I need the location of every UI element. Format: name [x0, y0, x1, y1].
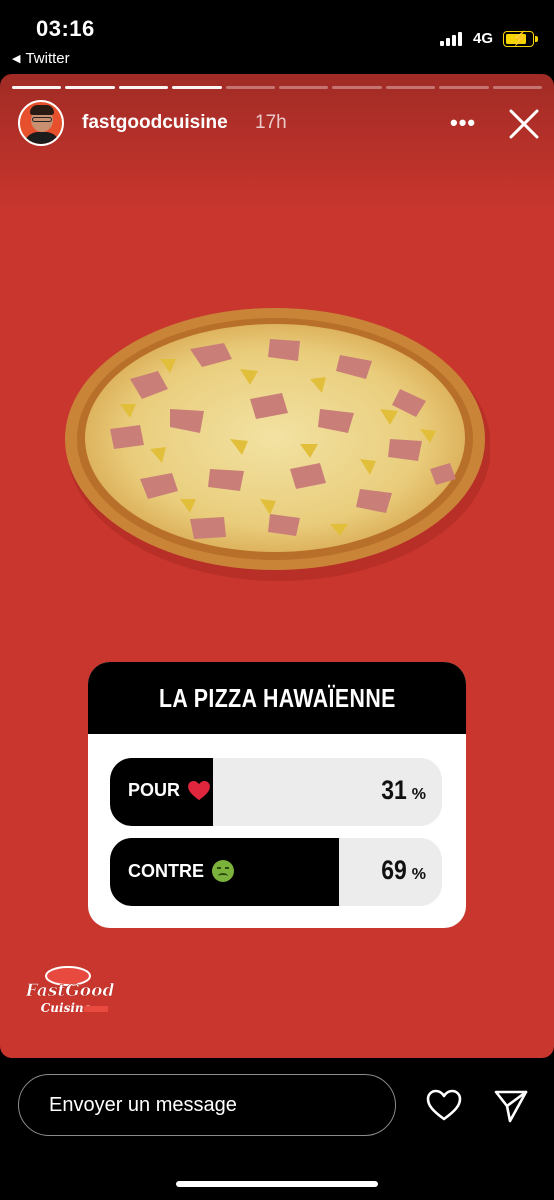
message-input[interactable]: [18, 1074, 396, 1136]
poll-header: LA PIZZA HAWAÏENNE: [88, 662, 466, 734]
network-type: 4G: [473, 30, 494, 47]
poll-percent: 69: [380, 855, 407, 885]
poll-option-label: POUR: [128, 780, 181, 800]
progress-segment: [65, 86, 115, 89]
poll-sticker: LA PIZZA HAWAÏENNE POUR 31 % CONTRE 69 %: [88, 662, 466, 928]
pizza-image: [65, 308, 490, 581]
back-arrow-icon: ◀: [12, 53, 21, 65]
progress-segment: [439, 86, 489, 89]
progress-segment: [279, 86, 329, 89]
progress-segment: [492, 86, 543, 89]
progress-segment: [172, 86, 222, 89]
percent-sign: %: [411, 866, 426, 883]
red-heart-icon: [188, 780, 210, 800]
fastgoodcuisine-logo: FastGood Cuisine: [26, 966, 115, 1015]
poll-title: LA PIZZA HAWAÏENNE: [158, 682, 396, 713]
story-progress-bar: [12, 86, 543, 89]
back-app-label: Twitter: [25, 50, 70, 67]
bottom-bar: [0, 1058, 554, 1200]
poll-percent: 31: [380, 775, 407, 805]
svg-text:Cuisine: Cuisine: [41, 1001, 92, 1015]
story-card[interactable]: fastgoodcuisine 17h ••• LA PIZZA HAWAÏEN…: [0, 74, 554, 1058]
back-to-app-link[interactable]: ◀ Twitter: [12, 50, 70, 67]
heart-outline-icon[interactable]: [425, 1088, 463, 1122]
progress-segment: [385, 86, 436, 89]
username[interactable]: fastgoodcuisine: [82, 112, 228, 134]
poll-option-contre[interactable]: CONTRE 69 %: [110, 838, 442, 906]
more-horizontal-icon[interactable]: •••: [450, 110, 476, 136]
progress-segment: [225, 86, 276, 89]
progress-segment: [332, 86, 382, 89]
timestamp: 17h: [255, 112, 287, 133]
poll-option-label: CONTRE: [128, 860, 204, 881]
avatar[interactable]: [18, 100, 64, 146]
status-bar: 03:16 ◀ Twitter 4G ⚡: [0, 0, 554, 74]
svg-text:FastGood: FastGood: [26, 981, 114, 1001]
close-icon[interactable]: [508, 108, 540, 140]
nauseated-face-icon: [212, 860, 234, 882]
home-indicator[interactable]: [176, 1181, 378, 1187]
signal-bars-icon: [440, 32, 462, 46]
poll-option-pour[interactable]: POUR 31 %: [110, 758, 442, 826]
send-icon[interactable]: [493, 1088, 529, 1124]
battery-charging-icon: ⚡: [503, 30, 538, 47]
progress-segment: [12, 86, 62, 89]
percent-sign: %: [411, 786, 426, 803]
progress-segment: [118, 86, 169, 89]
clock: 03:16: [36, 16, 95, 41]
